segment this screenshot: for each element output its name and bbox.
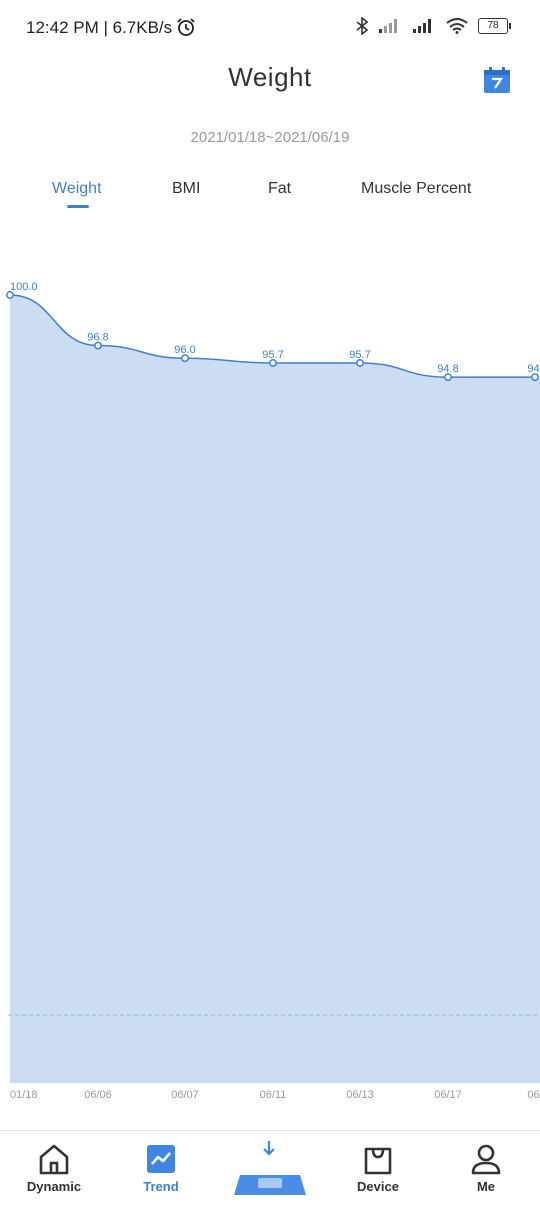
x-axis-tick-label: 06/11 — [260, 1089, 287, 1101]
chart-area-fill — [10, 295, 540, 1083]
tab-fat[interactable]: Fat — [268, 180, 291, 198]
weight-area-chart: 100.0 01/18 96.8 06/06 96.0 06/07 95.7 06/11 95.… — [6, 281, 540, 1101]
nav-label: Me — [476, 1179, 496, 1194]
home-icon — [39, 1144, 69, 1175]
weight-chart[interactable]: 100.0 01/18 96.8 06/06 96.0 06/07 95.7 06/11 95.… — [0, 230, 540, 1110]
chart-data-label: 96.8 — [87, 332, 108, 344]
nav-label: Device — [357, 1179, 399, 1194]
nav-label: Trend — [143, 1179, 179, 1194]
status-time-speed: 12:42 PM | 6.7KB/s — [26, 18, 173, 37]
person-icon — [471, 1144, 501, 1175]
x-axis-tick-label: 06/ — [527, 1089, 540, 1101]
nav-dynamic[interactable]: Dynamic — [9, 1131, 99, 1201]
nav-trend[interactable]: Trend — [116, 1131, 206, 1201]
page-title: Weight — [228, 62, 312, 92]
calendar-icon[interactable] — [483, 66, 511, 94]
battery-icon: 78 — [478, 18, 511, 34]
tab-muscle-percent[interactable]: Muscle Percent — [361, 180, 471, 198]
bottom-nav: Dynamic Trend Device Me — [0, 1130, 540, 1201]
alarm-icon — [177, 18, 195, 36]
wifi-icon — [446, 18, 468, 34]
active-tab-indicator — [67, 205, 89, 208]
x-axis-tick-label: 06/17 — [434, 1089, 462, 1101]
date-range: 2021/01/18~2021/06/19 — [190, 129, 350, 146]
nav-scale-sync[interactable] — [230, 1131, 310, 1201]
chart-data-label: 96.0 — [174, 344, 195, 356]
chart-data-label: 95.7 — [349, 349, 370, 361]
status-bar: 12:42 PM | 6.7KB/s 78 — [0, 0, 540, 56]
signal-icon — [379, 19, 397, 33]
trend-chart-icon — [147, 1145, 175, 1173]
chart-data-label: 94.8 — [437, 363, 458, 375]
x-axis-tick-label: 06/06 — [84, 1089, 112, 1101]
tab-weight[interactable]: Weight — [52, 180, 102, 198]
signal-icon — [413, 19, 431, 33]
x-axis-tick-label: 01/18 — [10, 1089, 38, 1101]
x-axis-tick-label: 06/07 — [171, 1089, 199, 1101]
metric-tabs: Weight BMI Fat Muscle Percent — [0, 180, 540, 216]
nav-device[interactable]: Device — [333, 1131, 423, 1201]
x-axis-tick-label: 06/13 — [346, 1089, 374, 1101]
chart-data-label: 95.7 — [262, 349, 283, 361]
battery-level: 78 — [487, 20, 499, 31]
tab-bmi[interactable]: BMI — [172, 180, 200, 198]
nav-me[interactable]: Me — [441, 1131, 531, 1201]
chart-data-label: 94. — [527, 363, 540, 375]
shopping-bag-icon — [364, 1147, 392, 1175]
scale-sync-icon — [234, 1141, 306, 1195]
bluetooth-icon — [356, 17, 368, 35]
chart-data-label: 100.0 — [10, 281, 38, 293]
nav-label: Dynamic — [26, 1179, 82, 1194]
